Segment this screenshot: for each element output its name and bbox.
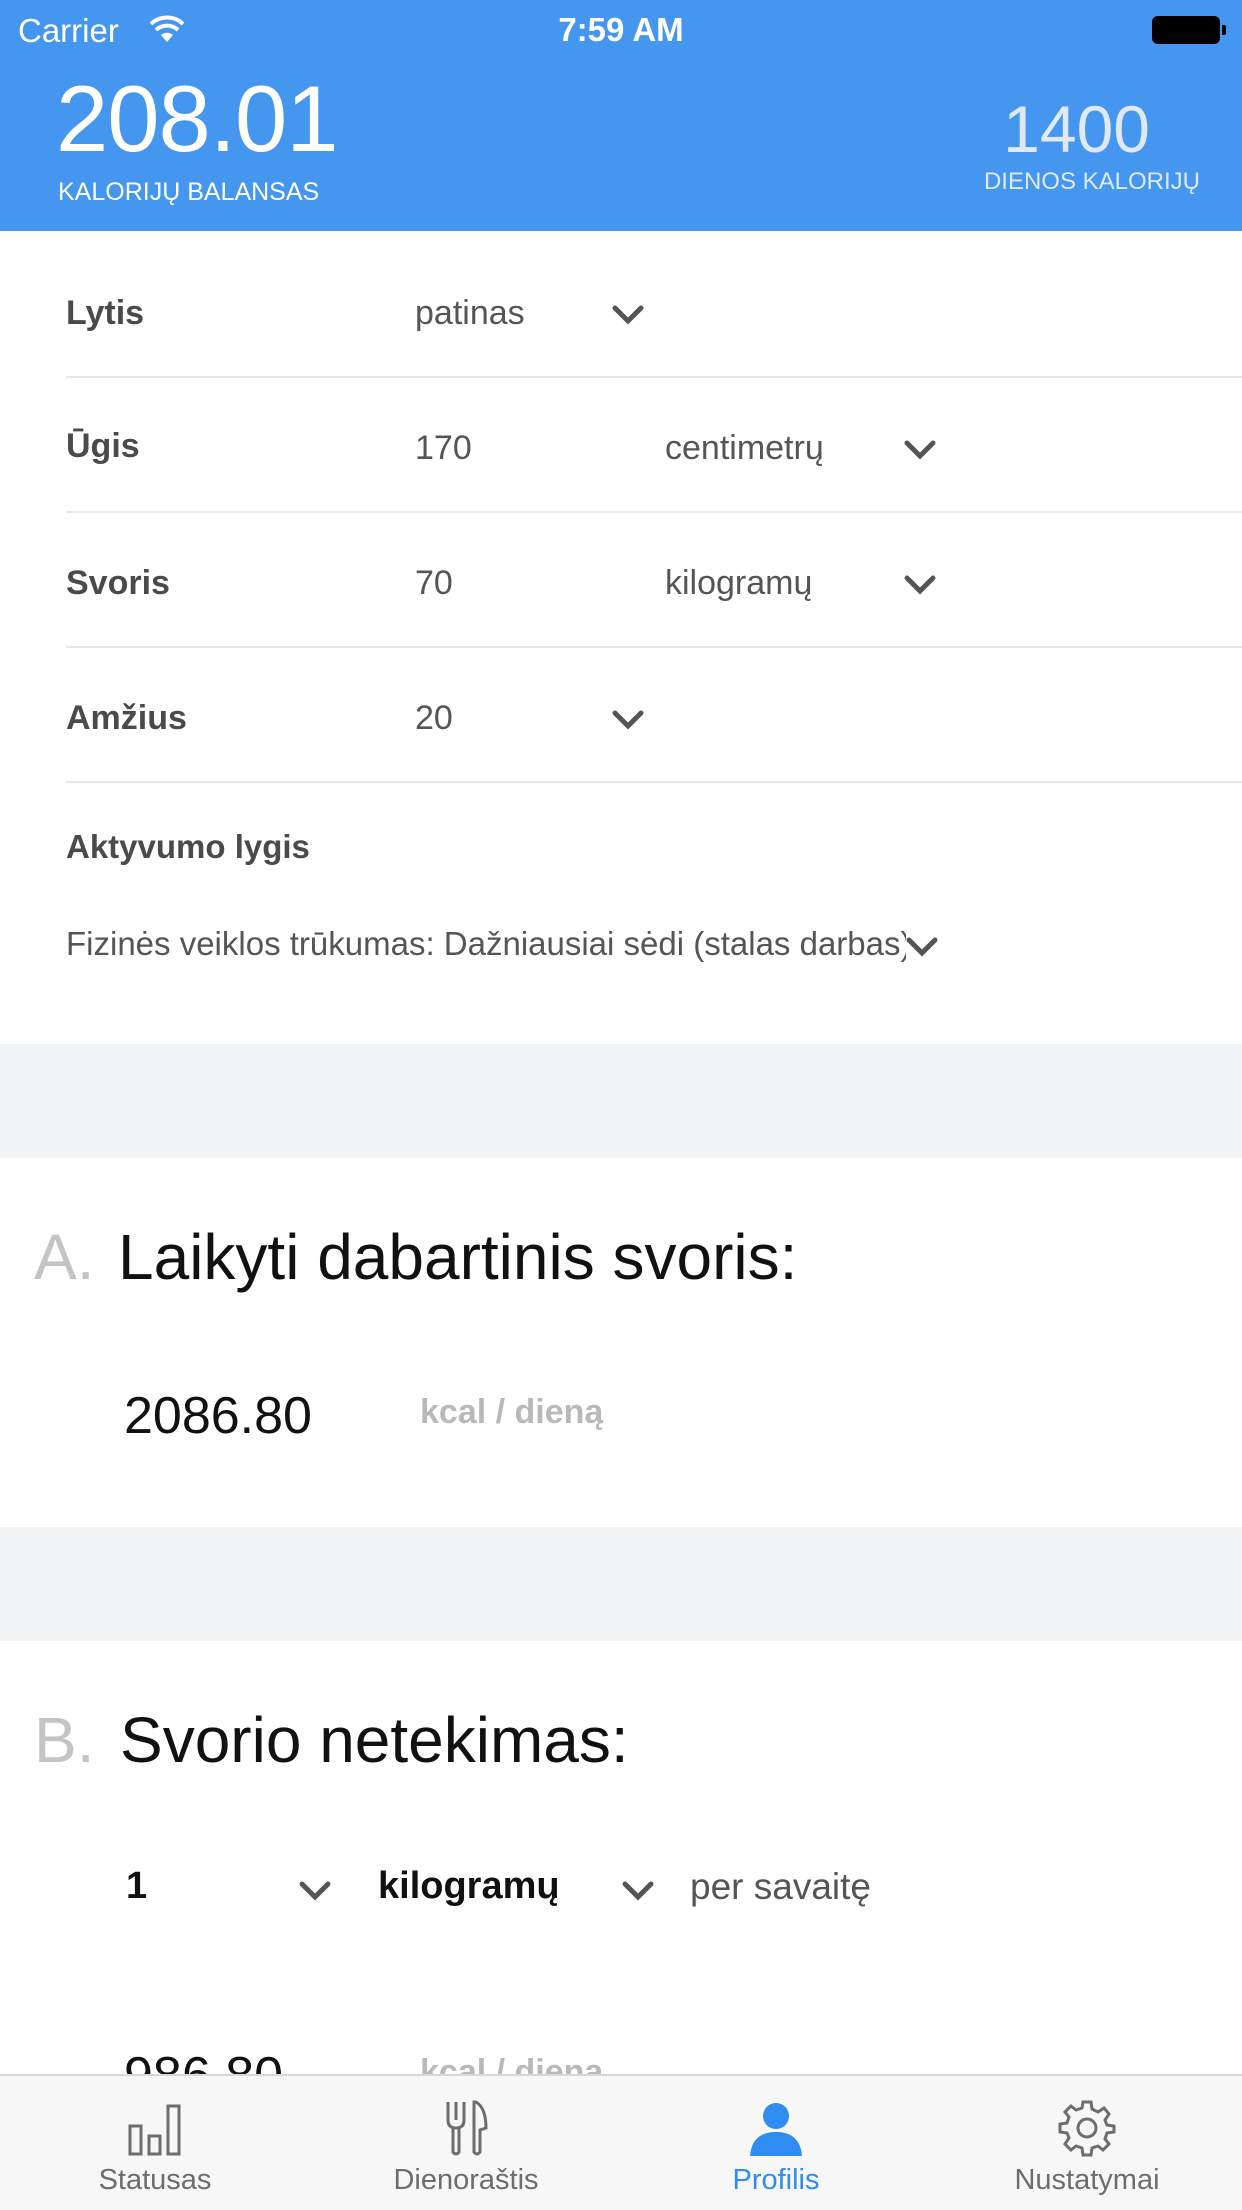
divider	[66, 646, 1242, 648]
divider	[66, 781, 1242, 783]
chevron-down-icon[interactable]	[612, 304, 644, 326]
gender-row[interactable]: Lytis patinas	[0, 244, 1242, 378]
activity-select[interactable]: Fizinės veiklos trūkumas: Dažniausiai sė…	[66, 925, 906, 963]
height-row[interactable]: Ūgis 170 centimetrų	[0, 379, 1242, 513]
weight-row[interactable]: Svoris 70 kilogramų	[0, 514, 1242, 648]
section-spacer	[0, 1044, 1242, 1158]
chevron-down-icon[interactable]	[904, 439, 936, 461]
section-a-letter: A.	[34, 1221, 95, 1293]
chevron-down-icon[interactable]	[904, 574, 936, 596]
tab-label: Statusas	[98, 2164, 212, 2196]
weight-label: Svoris	[66, 564, 170, 602]
chevron-down-icon[interactable]	[906, 936, 938, 958]
age-row[interactable]: Amžius 20	[0, 649, 1242, 783]
status-time: 7:59 AM	[558, 11, 684, 48]
chevron-down-icon[interactable]	[612, 709, 644, 731]
tab-statusas[interactable]: Statusas	[0, 2076, 310, 2210]
tab-label: Dienoraštis	[393, 2164, 539, 2196]
age-label: Amžius	[66, 699, 187, 737]
maintain-calories-value: 2086.80	[124, 1387, 312, 1445]
calorie-balance-label: KALORIJŲ BALANSAS	[58, 178, 320, 206]
height-label: Ūgis	[66, 427, 140, 465]
tab-dienorastis[interactable]: Dienoraštis	[311, 2076, 621, 2210]
section-a-title: Laikyti dabartinis svoris:	[118, 1221, 798, 1293]
loss-amount-select[interactable]: 1	[126, 1865, 147, 1908]
status-bar: Carrier 7:59 AM	[0, 0, 1242, 60]
daily-calories-value: 1400	[1003, 92, 1150, 166]
tab-label: Profilis	[732, 2164, 820, 2196]
daily-calories-label: DIENOS KALORIJŲ	[983, 168, 1200, 195]
chevron-down-icon[interactable]	[622, 1880, 654, 1902]
bar-chart-icon	[125, 2098, 185, 2158]
divider	[66, 511, 1242, 513]
user-icon	[746, 2098, 806, 2158]
section-spacer	[0, 1527, 1242, 1641]
gear-icon	[1057, 2098, 1117, 2158]
loss-period-label: per savaitę	[690, 1866, 871, 1907]
gender-label: Lytis	[66, 294, 145, 332]
chevron-down-icon[interactable]	[299, 1880, 331, 1902]
divider	[66, 376, 1242, 378]
age-value[interactable]: 20	[415, 699, 453, 738]
fork-knife-icon	[436, 2098, 496, 2158]
weight-value[interactable]: 70	[415, 564, 453, 603]
section-b-title: Svorio netekimas:	[120, 1704, 629, 1776]
calorie-balance-value: 208.01	[56, 66, 339, 171]
loss-unit-select[interactable]: kilogramų	[378, 1865, 560, 1908]
tab-label: Nustatymai	[1014, 2164, 1160, 2196]
tab-bar: Statusas Dienoraštis Profilis Nustatymai	[0, 2074, 1242, 2210]
battery-icon	[1152, 16, 1226, 44]
activity-label: Aktyvumo lygis	[66, 828, 310, 865]
height-value[interactable]: 170	[415, 429, 472, 468]
tab-profilis[interactable]: Profilis	[621, 2076, 931, 2210]
gender-value[interactable]: patinas	[415, 294, 525, 333]
weight-unit[interactable]: kilogramų	[665, 564, 812, 603]
section-b-letter: B.	[34, 1704, 95, 1776]
header: Carrier 7:59 AM 208.01 KALORIJŲ BALANSAS…	[0, 0, 1242, 231]
height-unit[interactable]: centimetrų	[665, 429, 824, 468]
maintain-calories-unit: kcal / dieną	[420, 1393, 604, 1431]
tab-nustatymai[interactable]: Nustatymai	[932, 2076, 1242, 2210]
